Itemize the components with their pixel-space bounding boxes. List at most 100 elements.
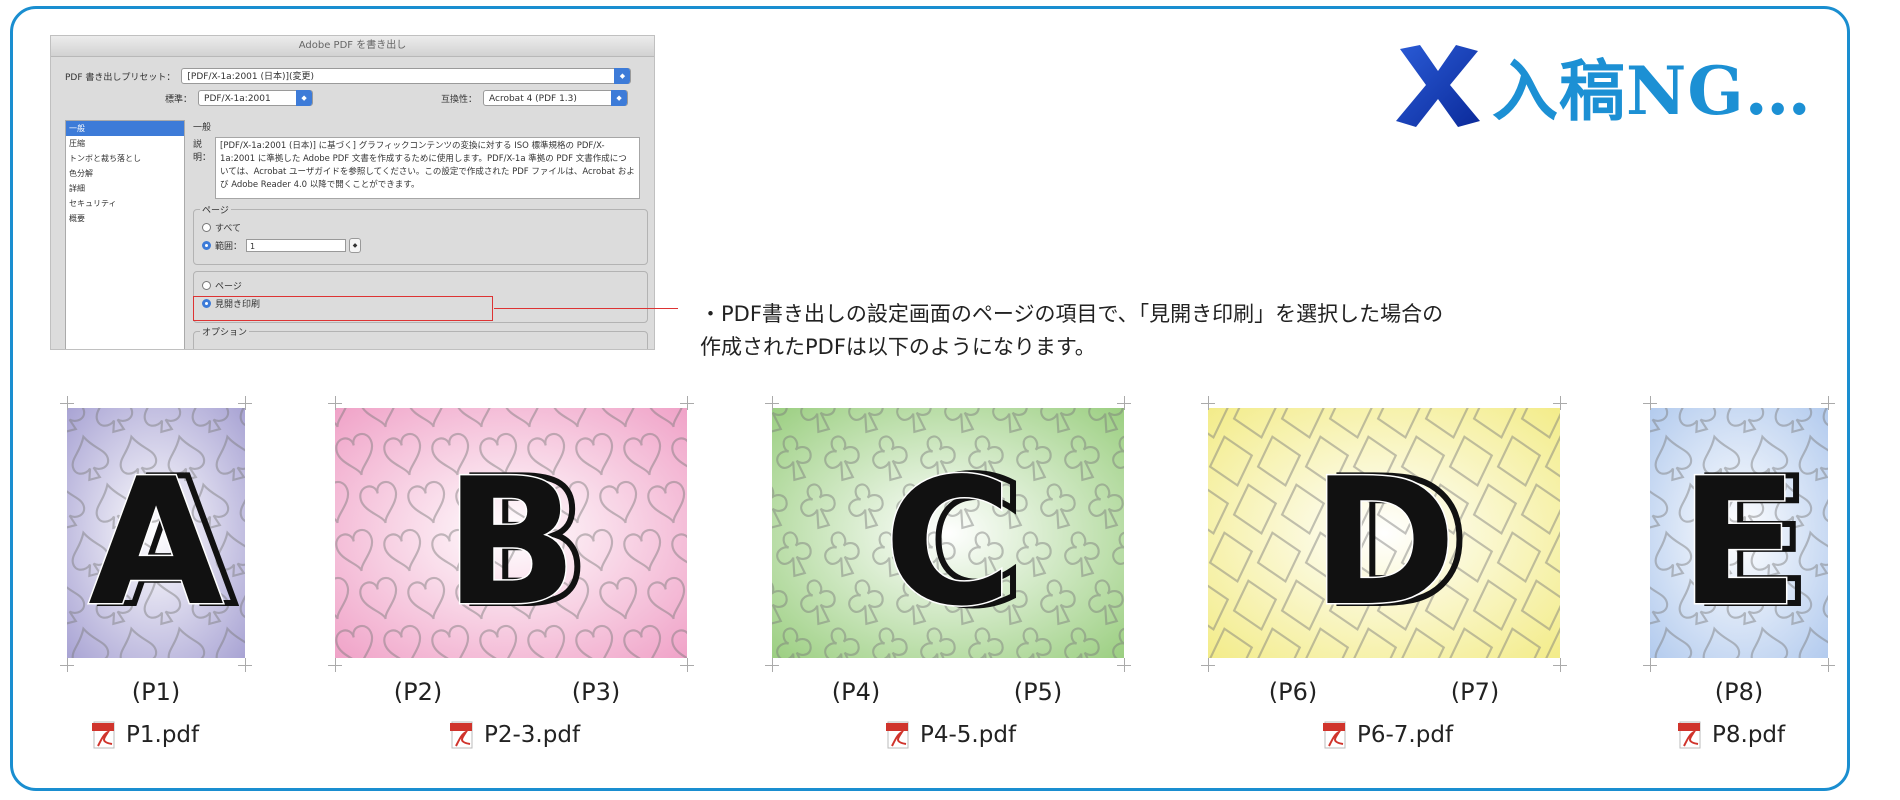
callout-connector-line xyxy=(494,308,678,309)
radio-icon xyxy=(202,280,211,290)
trim-mark xyxy=(1643,403,1657,404)
standard-select[interactable]: PDF/X-1a:2001 ◆ xyxy=(198,90,314,106)
page-thumbnail-d: DD xyxy=(1208,408,1560,658)
pdf-file-p6-7[interactable]: P6-7.pdf xyxy=(1323,720,1453,750)
section-title: 一般 xyxy=(193,123,212,133)
page-label-p3: (P3) xyxy=(571,678,621,706)
page-art: CC xyxy=(772,408,1124,658)
compat-label: 互換性： xyxy=(441,94,478,105)
trim-mark xyxy=(680,665,694,666)
cross-icon xyxy=(1396,45,1480,127)
pdf-icon xyxy=(1678,720,1704,750)
all-pages-option[interactable]: すべて xyxy=(202,218,639,236)
trim-mark xyxy=(680,403,694,404)
preset-select[interactable]: [PDF/X-1a:2001 (日本)](変更) ◆ xyxy=(181,68,632,84)
preset-value: [PDF/X-1a:2001 (日本)](変更) xyxy=(187,72,315,82)
page-art: AA xyxy=(67,408,245,658)
page-label-p4: (P4) xyxy=(831,678,881,706)
description-text: [PDF/X-1a:2001 (日本)] に基づく] グラフィックコンテンツの変… xyxy=(215,137,640,199)
pdf-file-p2-3[interactable]: P2-3.pdf xyxy=(450,720,580,750)
page-thumbnail-e: EE xyxy=(1650,408,1828,658)
page-thumbnail-c: CC xyxy=(772,408,1124,658)
spread-highlight-box xyxy=(193,296,493,321)
pdf-file-p4-5[interactable]: P4-5.pdf xyxy=(886,720,1016,750)
compat-select[interactable]: Acrobat 4 (PDF 1.3) ◆ xyxy=(483,90,629,106)
page-label-p7: (P7) xyxy=(1450,678,1500,706)
page-thumbnail-a: AA xyxy=(67,408,245,658)
radio-selected-icon xyxy=(202,240,211,250)
dialog-title: Adobe PDF を書き出し xyxy=(51,36,654,57)
page-art: BB xyxy=(335,408,687,658)
dialog-sidebar: 一般 圧縮 トンボと裁ち落とし 色分解 詳細 セキュリティ 概要 xyxy=(65,120,185,349)
sidebar-item-marks-bleed[interactable]: トンボと裁ち落とし xyxy=(66,151,184,166)
svg-text:A: A xyxy=(88,442,223,645)
pdf-file-name: P8.pdf xyxy=(1712,722,1786,748)
standard-label: 標準： xyxy=(165,94,193,105)
trim-mark xyxy=(1821,403,1835,404)
pdf-file-p8[interactable]: P8.pdf xyxy=(1678,720,1785,750)
svg-text:C: C xyxy=(884,442,1012,645)
sidebar-item-output[interactable]: 色分解 xyxy=(66,166,184,181)
pdf-file-name: P1.pdf xyxy=(126,722,200,748)
pdf-file-name: P2-3.pdf xyxy=(484,722,581,748)
trim-mark xyxy=(1201,403,1215,404)
page-art: DD xyxy=(1208,408,1560,658)
pdf-icon xyxy=(886,720,912,750)
pages-group: ページ すべて 範囲： 1 ◆ xyxy=(193,203,648,265)
compat-value: Acrobat 4 (PDF 1.3) xyxy=(489,94,577,104)
pdf-file-p1[interactable]: P1.pdf xyxy=(92,720,199,750)
page-label-p1: (P1) xyxy=(131,678,181,706)
stepper-icon[interactable]: ◆ xyxy=(349,237,362,253)
pdf-icon xyxy=(1323,720,1349,750)
page-label-p5: (P5) xyxy=(1013,678,1063,706)
chevron-updown-icon: ◆ xyxy=(296,90,313,106)
range-label: 範囲： xyxy=(215,241,243,252)
ng-heading: 入稿NG… xyxy=(1390,38,1812,134)
trim-mark xyxy=(238,665,252,666)
trim-mark xyxy=(60,403,74,404)
options-group: オプション xyxy=(193,325,648,349)
sidebar-item-compression[interactable]: 圧縮 xyxy=(66,136,184,151)
trim-mark xyxy=(765,665,779,666)
ng-text: 入稿NG… xyxy=(1492,52,1812,130)
all-pages-label: すべて xyxy=(215,223,242,234)
trim-mark xyxy=(1201,665,1215,666)
page-label-p6: (P6) xyxy=(1268,678,1318,706)
svg-text:D: D xyxy=(1311,442,1456,645)
standard-value: PDF/X-1a:2001 xyxy=(204,94,271,104)
pages-option[interactable]: ページ xyxy=(202,276,639,294)
callout-line-2: 作成されたPDFは以下のようになります。 xyxy=(700,335,1096,359)
radio-icon xyxy=(202,222,211,232)
description-label: 説明： xyxy=(193,140,212,163)
pdf-icon xyxy=(92,720,118,750)
sidebar-item-summary[interactable]: 概要 xyxy=(66,211,184,226)
sidebar-item-security[interactable]: セキュリティ xyxy=(66,196,184,211)
trim-mark xyxy=(238,403,252,404)
chevron-updown-icon: ◆ xyxy=(614,68,631,84)
chevron-updown-icon: ◆ xyxy=(611,90,628,106)
range-input[interactable]: 1 xyxy=(246,238,347,252)
trim-mark xyxy=(328,665,342,666)
page-label-p2: (P2) xyxy=(393,678,443,706)
trim-mark xyxy=(328,403,342,404)
pdf-icon xyxy=(450,720,476,750)
page-thumbnail-b: BB xyxy=(335,408,687,658)
trim-mark xyxy=(1553,665,1567,666)
description-row: 説明： [PDF/X-1a:2001 (日本)] に基づく] グラフィックコンテ… xyxy=(193,137,648,199)
trim-mark xyxy=(60,665,74,666)
trim-mark xyxy=(1821,665,1835,666)
range-option[interactable]: 範囲： 1 ◆ xyxy=(202,236,639,254)
callout-line-1: ・PDF書き出しの設定画面のページの項目で、「見開き印刷」を選択した場合の xyxy=(700,302,1444,326)
callout-text: ・PDF書き出しの設定画面のページの項目で、「見開き印刷」を選択した場合の 作成… xyxy=(700,298,1443,364)
standard-row: 標準： PDF/X-1a:2001 ◆ xyxy=(165,90,314,106)
page-art: EE xyxy=(1650,408,1828,658)
trim-mark xyxy=(1117,403,1131,404)
pages-group-title: ページ xyxy=(200,203,231,216)
sidebar-item-general[interactable]: 一般 xyxy=(66,121,184,136)
preset-row: PDF 書き出しプリセット： [PDF/X-1a:2001 (日本)](変更) … xyxy=(65,68,632,84)
options-group-title: オプション xyxy=(200,325,250,338)
sidebar-item-advanced[interactable]: 詳細 xyxy=(66,181,184,196)
pages-option-label: ページ xyxy=(215,281,242,292)
pdf-file-name: P6-7.pdf xyxy=(1357,722,1454,748)
page-label-p8: (P8) xyxy=(1714,678,1764,706)
